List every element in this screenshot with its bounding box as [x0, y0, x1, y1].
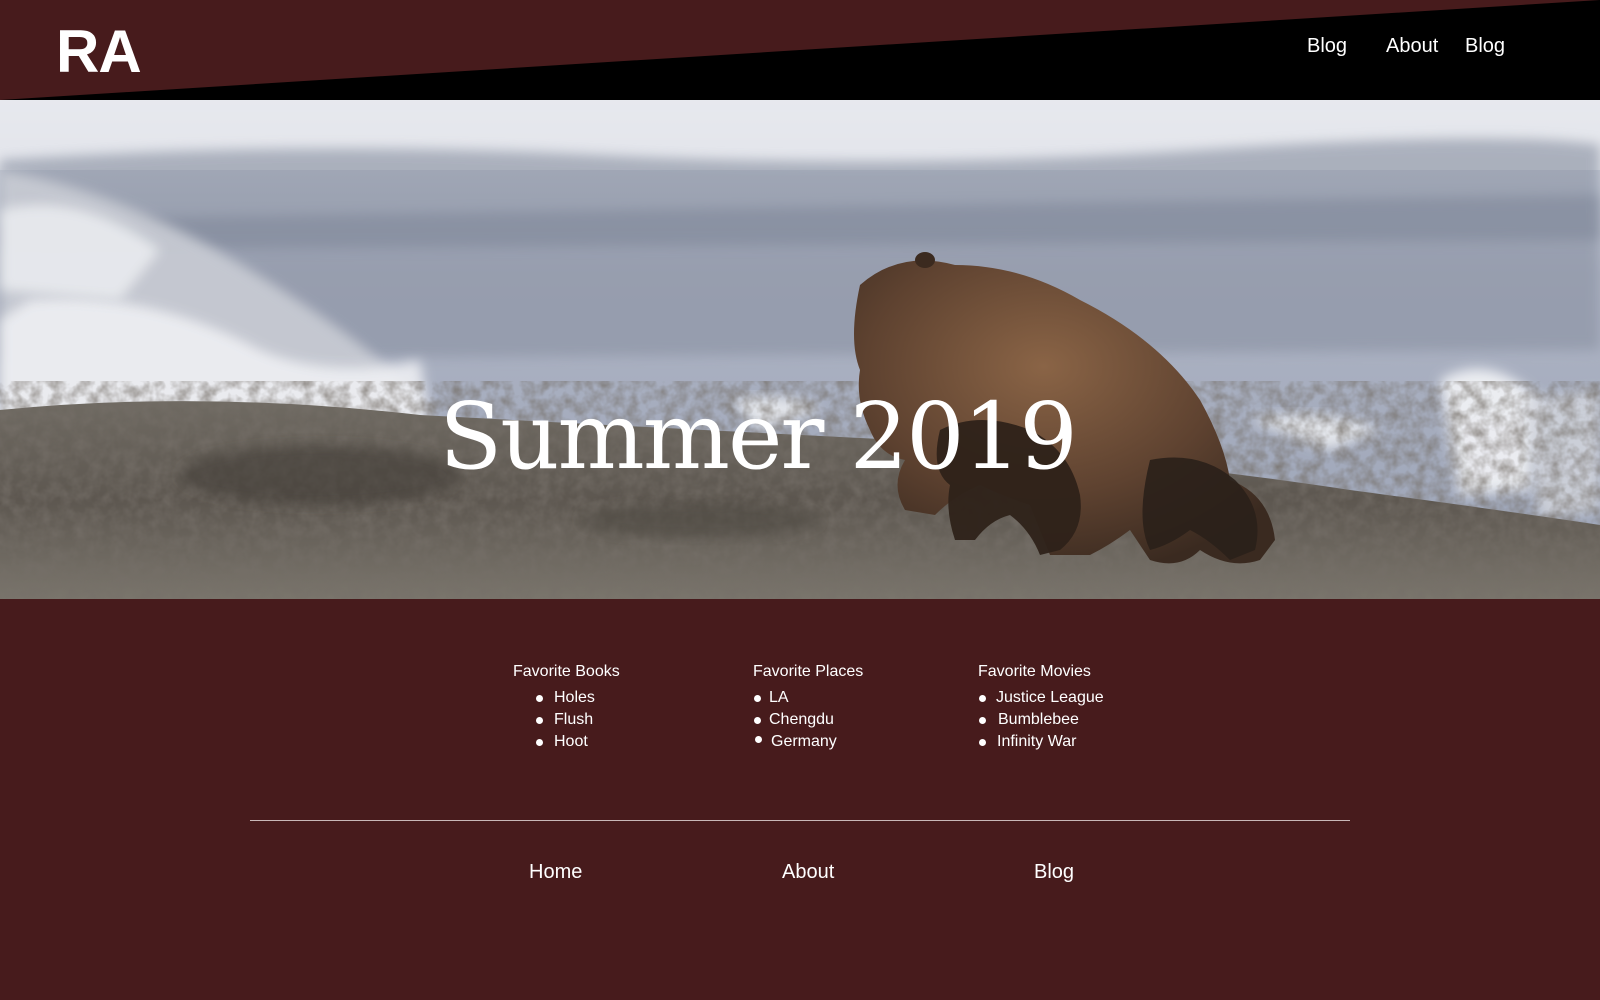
footer-about-link[interactable]: About — [782, 859, 834, 885]
list-item: Bumblebee — [978, 709, 1091, 731]
bullet-icon — [536, 695, 543, 702]
footer-home-link[interactable]: Home — [529, 859, 582, 885]
hero-title: Summer 2019 — [439, 383, 1078, 490]
bullet-icon — [536, 717, 543, 724]
favorite-places: Favorite Places LA Chengdu Germany — [753, 662, 863, 753]
list-item: Chengdu — [753, 709, 863, 731]
hero-photo — [0, 100, 1600, 599]
favorite-movies: Favorite Movies Justice League Bumblebee… — [978, 662, 1104, 753]
favorite-books: Favorite Books Holes Flush Hoot — [513, 662, 620, 753]
favorite-places-list: LA Chengdu Germany — [753, 687, 863, 753]
header-slant-band — [0, 0, 1600, 100]
site-logo[interactable]: RA — [56, 17, 142, 87]
bullet-icon — [755, 736, 762, 743]
list-item: Holes — [513, 687, 620, 709]
bullet-icon — [979, 739, 986, 746]
favorite-places-heading: Favorite Places — [753, 663, 864, 680]
favorite-books-heading: Favorite Books — [513, 663, 620, 680]
bullet-icon — [536, 739, 543, 746]
bullet-icon — [979, 695, 986, 702]
top-nav-about-link[interactable]: About — [1386, 33, 1438, 59]
favorite-movies-heading: Favorite Movies — [978, 663, 1091, 680]
bullet-icon — [754, 717, 761, 724]
bullet-icon — [979, 717, 986, 724]
top-nav-blog-link[interactable]: Blog — [1307, 33, 1347, 59]
list-item: LA — [753, 687, 863, 709]
list-item: Flush — [513, 709, 620, 731]
site-header: RA Blog About Blog — [0, 0, 1600, 100]
footer-blog-link[interactable]: Blog — [1034, 859, 1074, 885]
bullet-icon — [754, 695, 761, 702]
hero-banner: Summer 2019 — [0, 100, 1600, 599]
footer-divider — [250, 820, 1350, 821]
list-item: Infinity War — [978, 731, 1091, 753]
favorite-movies-list: Justice League Bumblebee Infinity War — [978, 687, 1104, 753]
top-nav-blog-link-2[interactable]: Blog — [1465, 33, 1505, 59]
list-item: Germany — [753, 731, 863, 753]
favorite-books-list: Holes Flush Hoot — [513, 687, 620, 753]
list-item: Justice League — [978, 687, 1104, 709]
list-item: Hoot — [513, 731, 620, 753]
